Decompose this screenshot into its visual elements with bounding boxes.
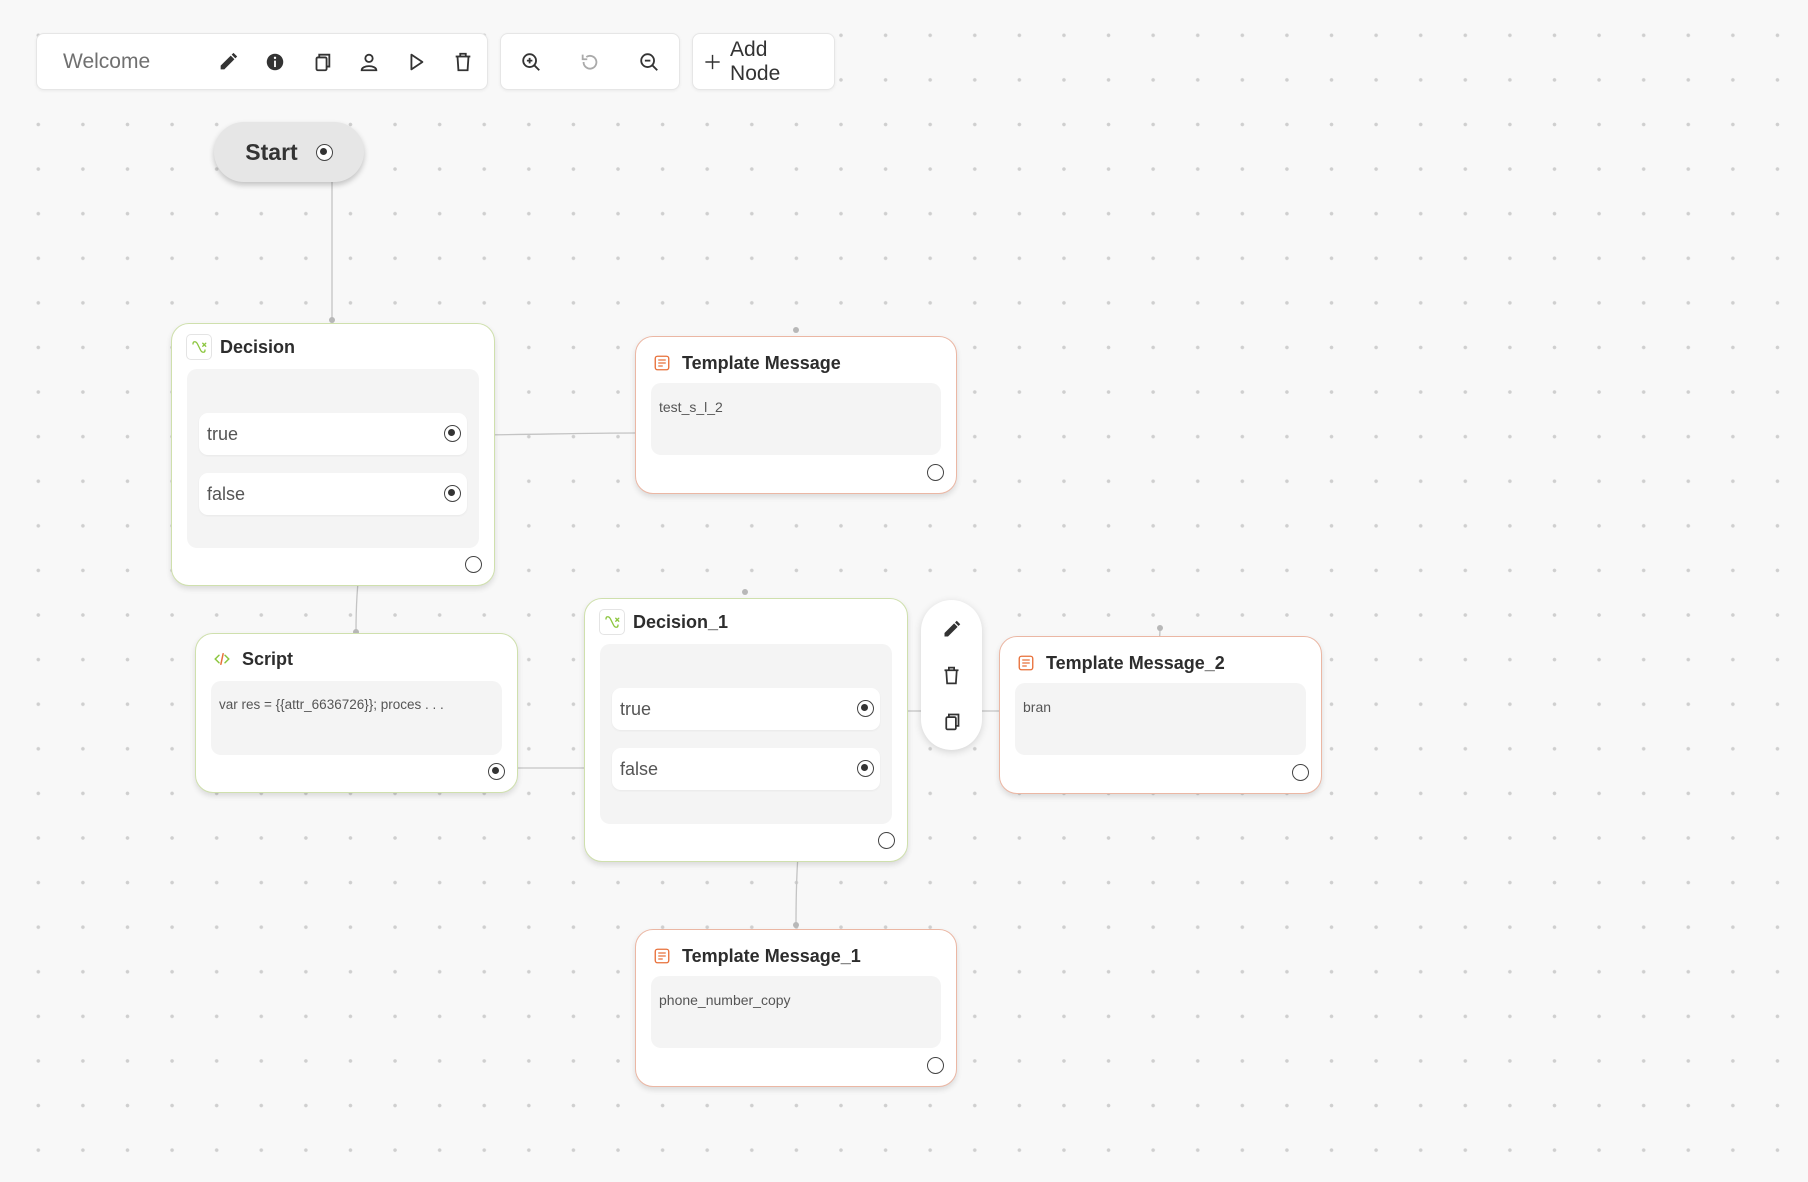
template-message-2-title: Template Message_2 (1046, 652, 1225, 673)
script-title: Script (242, 648, 294, 669)
info-icon[interactable] (252, 38, 299, 86)
decision-branch-false[interactable]: false (199, 473, 467, 515)
start-label: Start (245, 138, 298, 165)
start-node[interactable]: Start (214, 122, 364, 182)
zoom-out-icon[interactable] (625, 38, 673, 86)
template-message-1-title: Template Message_1 (682, 945, 861, 966)
reset-icon[interactable] (566, 38, 614, 86)
duplicate-icon[interactable] (932, 701, 972, 741)
code-icon (210, 646, 234, 672)
flow-title: Welcome (63, 49, 151, 73)
decision-1-default-handle[interactable] (878, 832, 895, 849)
template-message-2-content: bran (1023, 699, 1052, 715)
template-message-handle[interactable] (927, 464, 944, 481)
add-node-button[interactable]: Add Node (692, 33, 835, 90)
decision-title: Decision (220, 336, 296, 357)
plus-icon (705, 54, 720, 69)
play-icon[interactable] (393, 38, 440, 86)
template-message-title: Template Message (682, 352, 841, 373)
add-node-label: Add Node (730, 37, 781, 85)
zoom-controls (500, 33, 680, 90)
copy-icon[interactable] (299, 38, 346, 86)
template-icon (650, 350, 674, 376)
script-node[interactable]: Script var res = {{attr_6636726}}; proce… (195, 633, 518, 793)
decision-true-handle[interactable] (444, 425, 461, 442)
template-icon (650, 943, 674, 969)
script-output-handle[interactable] (488, 763, 505, 780)
pencil-icon[interactable] (205, 38, 252, 86)
node-action-menu (921, 600, 982, 750)
decision-1-branch-false[interactable]: false (612, 748, 880, 790)
decision-node[interactable]: Decision true false (171, 323, 495, 586)
decision-1-true-handle[interactable] (857, 700, 874, 717)
decision-1-title: Decision_1 (633, 611, 729, 632)
template-icon (1014, 650, 1038, 676)
template-message-node[interactable]: Template Message test_s_l_2 (635, 336, 957, 494)
delete-icon[interactable] (932, 655, 972, 695)
template-message-2-node[interactable]: Template Message_2 bran (999, 636, 1322, 794)
template-message-2-handle[interactable] (1292, 764, 1309, 781)
decision-1-false-handle[interactable] (857, 760, 874, 777)
template-message-content: test_s_l_2 (659, 399, 723, 415)
start-output-handle[interactable] (315, 143, 333, 161)
decision-false-handle[interactable] (444, 485, 461, 502)
decision-icon (599, 609, 625, 635)
template-message-1-node[interactable]: Template Message_1 phone_number_copy (635, 929, 957, 1087)
decision-icon (186, 334, 212, 360)
edit-icon[interactable] (932, 609, 972, 649)
script-content: var res = {{attr_6636726}}; proces . . . (219, 697, 444, 712)
flow-toolbar: Welcome (36, 33, 488, 90)
template-message-1-content: phone_number_copy (659, 992, 791, 1008)
user-icon[interactable] (346, 38, 393, 86)
decision-1-branch-true[interactable]: true (612, 688, 880, 730)
trash-icon[interactable] (440, 38, 487, 86)
flow-canvas[interactable]: Welcome Add Node Start Decision true fal… (0, 0, 1808, 1182)
zoom-in-icon[interactable] (507, 38, 555, 86)
decision-branch-true[interactable]: true (199, 413, 467, 455)
decision-default-handle[interactable] (465, 556, 482, 573)
template-message-1-handle[interactable] (927, 1057, 944, 1074)
decision-1-node[interactable]: Decision_1 true false (584, 598, 908, 862)
